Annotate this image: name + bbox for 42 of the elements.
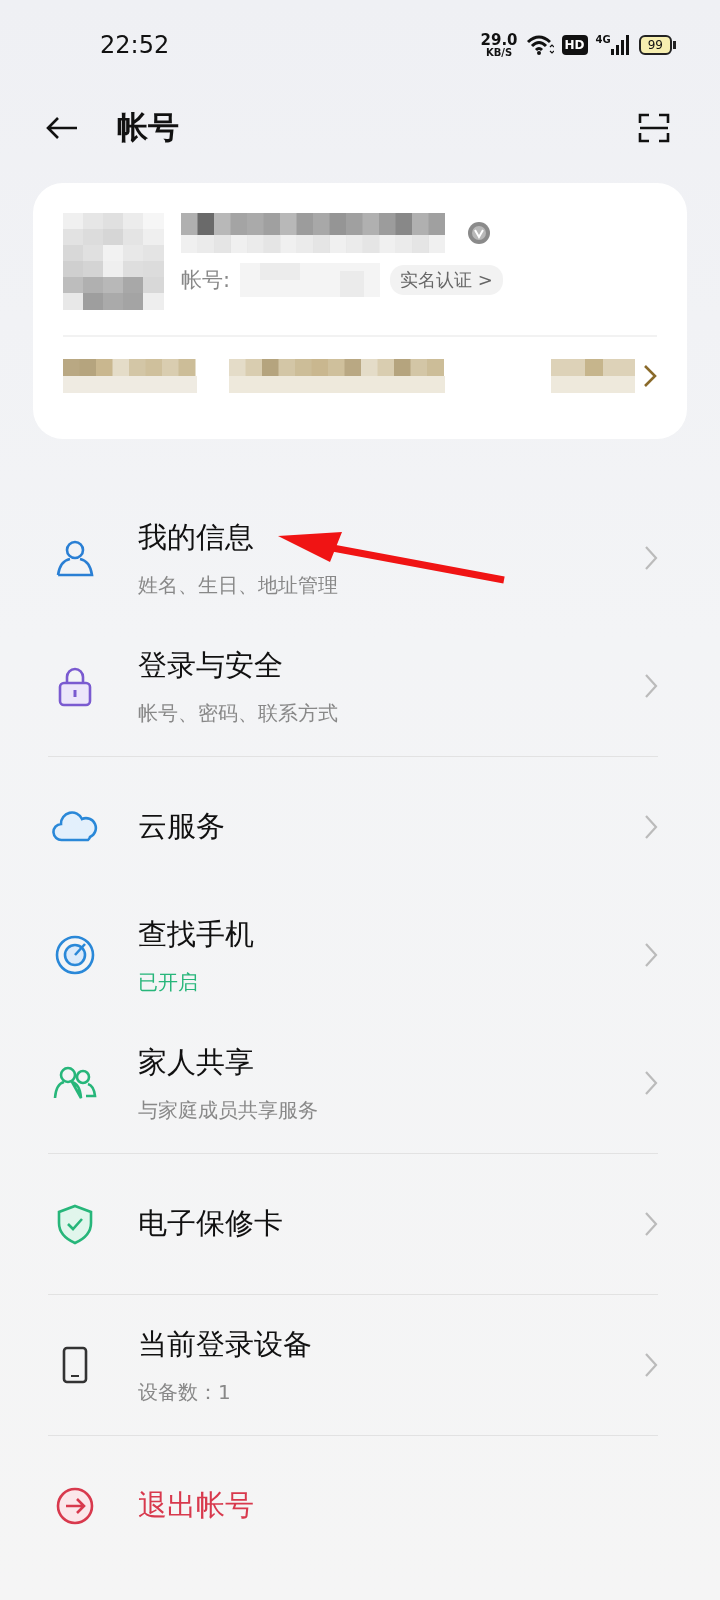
chevron-icon: [644, 1211, 658, 1237]
network-speed: 29.0: [480, 32, 518, 48]
item-title: 电子保修卡: [138, 1205, 283, 1242]
speed-unit: KB/S: [485, 47, 513, 58]
item-title: 登录与安全: [138, 646, 284, 684]
hd-badge: HD: [561, 35, 588, 55]
wifi-icon: [525, 34, 554, 56]
menu-item[interactable]: 我的信息 姓名、生日、地址管理: [48, 494, 658, 622]
chevron-icon: [644, 673, 658, 699]
item-subtitle: 姓名、生日、地址管理: [138, 571, 338, 599]
back-icon[interactable]: [45, 116, 79, 140]
menu-item[interactable]: 云服务: [48, 763, 658, 891]
item-title: 我的信息: [138, 518, 255, 556]
item-subtitle: 已开启: [138, 968, 199, 996]
scan-icon[interactable]: [638, 113, 670, 143]
item-title: 云服务: [138, 808, 225, 845]
menu-item[interactable]: 电子保修卡: [48, 1160, 658, 1288]
menu-item[interactable]: 退出帐号: [48, 1442, 658, 1570]
verify-button[interactable]: 实名认证 >: [390, 265, 503, 295]
item-title: 退出帐号: [138, 1487, 254, 1524]
menu-item[interactable]: 登录与安全 帐号、密码、联系方式: [48, 622, 658, 750]
signal-icon: [610, 34, 631, 56]
chevron-icon: [644, 942, 658, 968]
chevron-icon: [644, 545, 658, 571]
menu-item[interactable]: 家人共享 与家庭成员共享服务: [48, 1019, 658, 1147]
menu-item[interactable]: 查找手机 已开启: [48, 891, 658, 1019]
chevron-icon: [644, 1352, 658, 1378]
item-title: 当前登录设备: [138, 1325, 312, 1363]
menu-item[interactable]: 当前登录设备 设备数：1: [48, 1301, 658, 1429]
item-title: 查找手机: [138, 915, 254, 953]
chevron-icon[interactable]: [643, 364, 657, 388]
page-title: 帐号: [117, 108, 179, 147]
status-time: 22:52: [100, 31, 170, 59]
item-title: 家人共享: [138, 1043, 255, 1081]
item-subtitle: 与家庭成员共享服务: [138, 1096, 318, 1124]
account-label: 帐号:: [181, 267, 231, 294]
item-subtitle: 设备数：1: [138, 1378, 232, 1406]
item-subtitle: 帐号、密码、联系方式: [138, 699, 338, 727]
chevron-icon: [644, 1070, 658, 1096]
badge-icon: [465, 219, 493, 247]
chevron-icon: [644, 814, 658, 840]
network-type: 4G: [595, 34, 611, 45]
